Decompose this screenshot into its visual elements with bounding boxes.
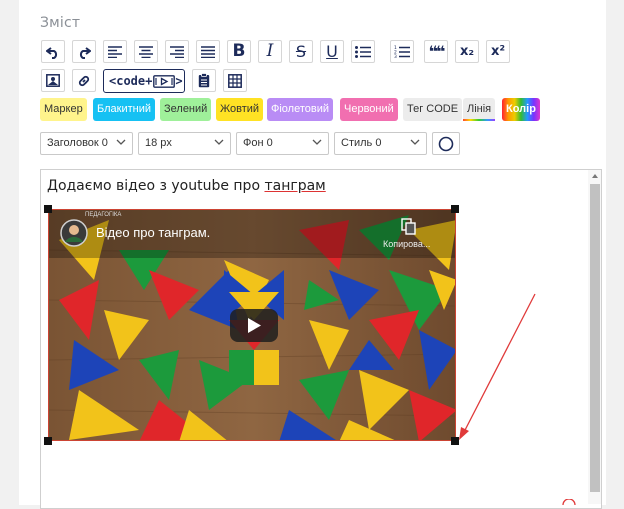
chip-red[interactable]: Червоний [340,98,398,121]
image-icon [46,74,60,87]
video-copy-label[interactable]: Копирова... [383,239,430,249]
checklist-button[interactable] [192,69,216,92]
chevron-down-icon [214,139,224,145]
insert-image-button[interactable] [41,69,65,92]
align-left-button[interactable] [103,40,127,63]
scroll-up-icon[interactable] [591,173,599,179]
background-select[interactable]: Фон 0 [236,132,329,155]
strikethrough-button[interactable]: S [289,40,313,63]
resize-handle-top-left[interactable] [44,205,52,213]
chevron-down-icon [410,139,420,145]
clear-format-button[interactable] [432,132,460,155]
chip-marker[interactable]: Маркер [40,98,87,121]
heading-select-value: Заголовок 0 [47,137,108,149]
editor-text: Додаємо відео з youtube про [47,178,265,194]
align-right-icon [170,45,184,58]
resize-handle-bottom-left[interactable] [44,437,52,445]
redo-icon [79,46,91,59]
font-size-select[interactable]: 18 px [138,132,231,155]
superscript-icon: x² [490,44,506,59]
underline-icon: U [326,41,338,61]
numbered-list-icon: 123 [394,45,410,58]
chevron-down-icon [116,139,126,145]
align-center-icon [139,45,153,58]
superscript-button[interactable]: x² [486,40,510,63]
quote-icon: ❝❝ [428,41,446,61]
clipboard-list-icon [198,73,210,88]
align-justify-button[interactable] [196,40,220,63]
undo-icon [46,46,58,59]
misspelled-word: танграм [264,178,326,194]
numbered-list-button[interactable]: 123 [390,40,414,63]
style-select[interactable]: Стиль 0 [334,132,427,155]
undo-button[interactable] [41,40,65,63]
code-embed-label: <code+ [109,74,153,88]
align-right-button[interactable] [165,40,189,63]
underline-button[interactable]: U [320,40,344,63]
subscript-icon: x₂ [459,44,475,59]
circle-icon [438,136,454,151]
chip-purple[interactable]: Фіолетовий [267,98,334,121]
video-channel-badge: ПЕДАГОГІКА [85,212,122,218]
editor-paragraph[interactable]: Додаємо відео з youtube про танграм [47,178,326,194]
annotation-arrow [459,293,536,440]
chip-yellow[interactable]: Жовтий [216,98,264,121]
table-icon [228,73,242,88]
insert-link-button[interactable] [72,69,96,92]
redo-button[interactable] [72,40,96,63]
bullet-list-icon [355,45,371,58]
quote-button[interactable]: ❝❝ [424,40,448,63]
align-center-button[interactable] [134,40,158,63]
insert-table-button[interactable] [223,69,247,92]
align-justify-icon [201,45,215,58]
background-select-value: Фон 0 [243,137,273,149]
bullet-list-button[interactable] [351,40,375,63]
style-select-value: Стиль 0 [341,137,382,149]
editor-scrollbar-thumb[interactable] [590,184,600,492]
strikethrough-icon: S [295,41,307,61]
chip-color[interactable]: Колір [502,98,540,121]
heading-select[interactable]: Заголовок 0 [40,132,133,155]
link-icon [78,75,90,86]
bold-icon: B [232,41,246,61]
italic-button[interactable]: I [258,40,282,63]
chip-code-tag[interactable]: Тег CODE [403,98,463,121]
chip-green[interactable]: Зелений [160,98,212,121]
chip-blue[interactable]: Блакитний [93,98,155,121]
svg-text:3: 3 [394,54,397,58]
subscript-button[interactable]: x₂ [455,40,479,63]
bold-button[interactable]: B [227,40,251,63]
font-size-select-value: 18 px [145,137,172,149]
embedded-video[interactable]: Відео про танграм. Копирова... ПЕДАГОГІК… [48,209,456,441]
italic-icon: I [266,41,274,61]
align-left-icon [108,45,122,58]
grammar-indicator-icon[interactable] [562,499,576,505]
chevron-down-icon [312,139,322,145]
code-embed-button[interactable]: <code+ > [103,69,185,93]
resize-handle-top-right[interactable] [451,205,459,213]
video-title[interactable]: Відео про танграм. [96,225,210,240]
chip-line[interactable]: Лінія [463,98,496,121]
code-embed-close-bracket: > [175,74,183,88]
section-title: Зміст [40,15,81,31]
code-embed-icon [153,74,176,88]
